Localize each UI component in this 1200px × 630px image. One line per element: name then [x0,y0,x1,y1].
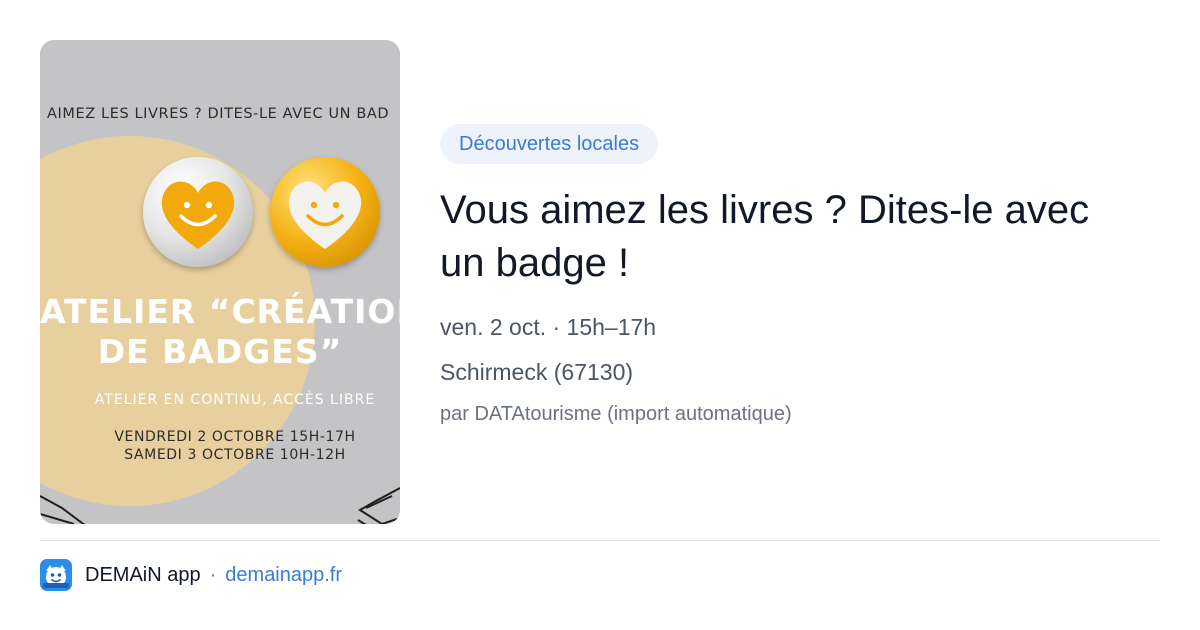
app-name: DEMAiN app [85,563,201,586]
demain-app-icon[interactable] [40,559,72,591]
smiley-badge-silver [143,157,253,267]
poster-date-line2: SAMEDI 3 OCTOBRE 10H-12H [124,447,346,463]
poster-top-line: AIMEZ LES LIVRES ? DITES-LE AVEC UN BAD [47,106,390,122]
event-image[interactable]: AIMEZ LES LIVRES ? DITES-LE AVEC UN BAD … [40,40,400,524]
domain-link[interactable]: demainapp.fr [225,564,342,587]
event-location: Schirmeck (67130) [440,359,634,385]
footer: DEMAiN app · demainapp.fr [40,558,342,592]
footer-separator: · [209,563,217,586]
event-source: par DATAtourisme (import automatique) [440,403,792,425]
poster-title-line1: ATELIER “CRÉATION [40,292,400,331]
book-doodle-left [40,495,85,524]
poster-title-line2: DE BADGES” [97,332,343,371]
category-badge[interactable]: Découvertes locales [440,124,659,164]
footer-divider [40,540,1160,541]
book-doodle-right [357,487,400,524]
event-title[interactable]: Vous aimez les livres ? Dites-le avec un… [440,184,1140,290]
poster-date-line1: VENDREDI 2 OCTOBRE 15H-17H [114,429,356,445]
smiley-badge-gold [270,157,380,267]
event-datetime: ven. 2 oct. · 15h–17h [440,314,657,340]
poster-subtitle: ATELIER EN CONTINU, ACCÈS LIBRE [94,392,376,408]
